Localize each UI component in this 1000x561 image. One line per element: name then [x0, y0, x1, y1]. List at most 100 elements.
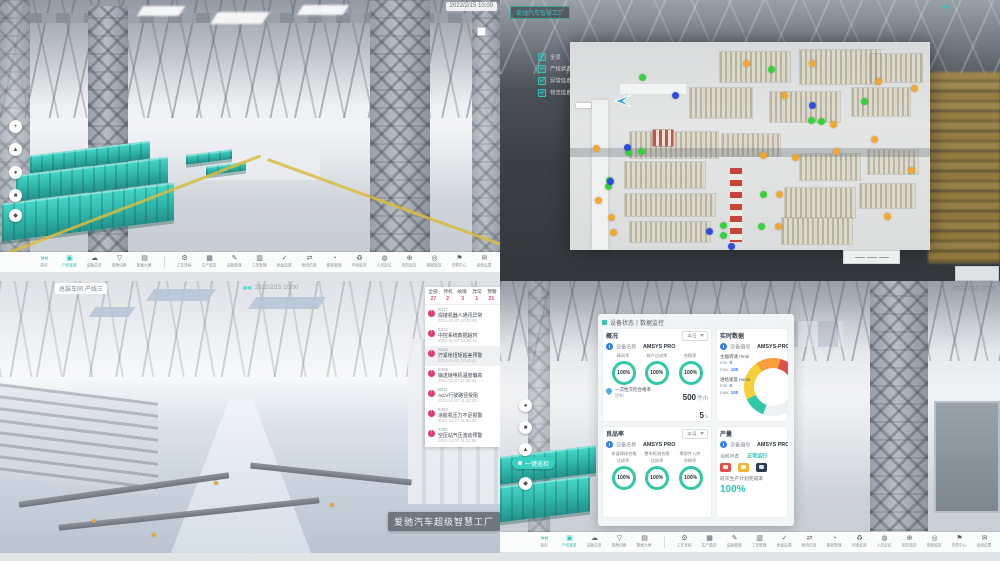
- map-status-marker[interactable]: [593, 145, 600, 152]
- map-status-marker[interactable]: [768, 66, 775, 73]
- scene-marker-button[interactable]: ■: [9, 189, 22, 202]
- toolbar-logistics[interactable]: ⇄ 物流仿真: [297, 255, 322, 269]
- map-status-marker[interactable]: [743, 60, 750, 67]
- scene-marker-button[interactable]: ◆: [9, 209, 22, 222]
- map-status-marker[interactable]: [911, 85, 918, 92]
- toolbar-environment[interactable]: ♻ 环境监测: [847, 535, 872, 549]
- toolbar-production[interactable]: ▦ 生产监控: [197, 255, 222, 269]
- map-status-marker[interactable]: [672, 92, 679, 99]
- toolbar-video[interactable]: ◎ 视频监控: [422, 255, 447, 269]
- fullscreen-button[interactable]: [477, 27, 486, 36]
- viewport-line-roam[interactable]: 2022/2/15 10:00 +▲●■◆ »« 首页 ▣ 产线漫游 ☁ 设备总…: [0, 0, 500, 281]
- toolbar-security[interactable]: ⊕ 安防监控: [397, 255, 422, 269]
- map-status-marker[interactable]: [607, 178, 614, 185]
- layer-checkbox-row[interactable]: 异常信息: [538, 76, 574, 85]
- map-status-marker[interactable]: [728, 243, 735, 250]
- scene-marker-button[interactable]: ▲: [9, 143, 22, 156]
- patrol-button[interactable]: 一键巡检: [512, 457, 555, 469]
- map-status-marker[interactable]: [809, 102, 816, 109]
- scene-marker-button[interactable]: ●: [519, 399, 532, 412]
- alarm-tab[interactable]: 故障 3: [455, 289, 470, 302]
- toolbar-quality[interactable]: ✓ 质量追溯: [772, 535, 797, 549]
- alarm-row[interactable]: ! E302 涂胶机压力不足报警 2021-11-07 11:30:08: [425, 406, 500, 426]
- scene-marker-button[interactable]: ◆: [519, 477, 532, 490]
- map-status-marker[interactable]: [720, 232, 727, 239]
- scene-marker-button[interactable]: ■: [519, 421, 532, 434]
- toolbar-roam[interactable]: ▣ 产线漫游: [557, 535, 582, 549]
- alarm-tab[interactable]: 异常 1: [470, 289, 485, 302]
- layer-checkbox-row[interactable]: 物流信息: [538, 88, 574, 97]
- alarm-row[interactable]: ! E317 焊接机器人通讯异常 2021-11-07 12:34:05: [425, 306, 500, 326]
- alarm-tab[interactable]: 全部 27: [426, 289, 441, 302]
- status-chip[interactable]: [720, 463, 731, 472]
- alarm-row[interactable]: ! T009 空压站气压波动预警 2021-11-07 11:12:55: [425, 426, 500, 446]
- scene-marker-button[interactable]: ●: [9, 166, 22, 179]
- toolbar-bigscreen[interactable]: ▤ 数据大屏: [632, 535, 657, 549]
- toolbar-home[interactable]: »« 首页: [532, 535, 557, 549]
- toolbar-home[interactable]: »« 首页: [32, 255, 57, 269]
- status-chip[interactable]: [738, 463, 749, 472]
- floorplan-map[interactable]: [570, 42, 930, 250]
- layer-checkbox-row[interactable]: 全景: [538, 52, 574, 61]
- layer-checkbox-row[interactable]: 产线状态: [538, 64, 574, 73]
- map-status-marker[interactable]: [908, 167, 915, 174]
- map-status-marker[interactable]: [760, 152, 767, 159]
- toolbar-overview[interactable]: ☁ 设备总览: [582, 535, 607, 549]
- toolbar-quality[interactable]: ✓ 质量追溯: [272, 255, 297, 269]
- range-dropdown[interactable]: 本月: [682, 429, 708, 439]
- viewport-workshop[interactable]: 总装车间·产线三 »« 2022/2/15 10:00 全部 27 停机 2 故…: [0, 281, 500, 561]
- toolbar-equipment[interactable]: ✎ 设备管理: [222, 255, 247, 269]
- toolbar-production[interactable]: ▦ 生产监控: [697, 535, 722, 549]
- range-dropdown[interactable]: 本日: [682, 331, 708, 341]
- map-status-marker[interactable]: [861, 98, 868, 105]
- toolbar-logistics[interactable]: ⇄ 物流仿真: [797, 535, 822, 549]
- map-status-marker[interactable]: [639, 74, 646, 81]
- toolbar-personnel[interactable]: ◍ 人员定位: [872, 535, 897, 549]
- alarm-row[interactable]: ! B011 AGV行驶路径受阻 2021-11-07 11:42:20: [425, 386, 500, 406]
- map-status-marker[interactable]: [624, 144, 631, 151]
- minimap[interactable]: [955, 266, 999, 281]
- map-status-marker[interactable]: [809, 60, 816, 67]
- toolbar-workorder[interactable]: ▥ 工单管理: [747, 535, 772, 549]
- toolbar-energy[interactable]: ◔ 能耗管理: [322, 255, 347, 269]
- map-status-marker[interactable]: [720, 222, 727, 229]
- map-status-marker[interactable]: [706, 228, 713, 235]
- toolbar-viewpoint[interactable]: ▽ 视角切换: [607, 535, 632, 549]
- viewport-dashboard[interactable]: 2022/2/15 10:00 ●■▲◆ 一键巡检 设备状态丨数据监控 概况 本…: [500, 281, 1000, 561]
- toolbar-security[interactable]: ⊕ 安防监控: [897, 535, 922, 549]
- map-status-marker[interactable]: [792, 154, 799, 161]
- toolbar-roam[interactable]: ▣ 产线漫游: [57, 255, 82, 269]
- alarm-tab[interactable]: 预警 21: [484, 289, 499, 302]
- status-chip[interactable]: [756, 463, 767, 472]
- map-status-marker[interactable]: [808, 117, 815, 124]
- toolbar-overview[interactable]: ☁ 设备总览: [82, 255, 107, 269]
- map-status-marker[interactable]: [871, 136, 878, 143]
- toolbar-energy[interactable]: ◔ 能耗管理: [822, 535, 847, 549]
- map-status-marker[interactable]: [781, 92, 788, 99]
- map-status-marker[interactable]: [760, 191, 767, 198]
- alarm-row[interactable]: ! E312 中控系统数据超时 2021-11-07 12:28:16: [425, 326, 500, 346]
- toolbar-personnel[interactable]: ◍ 人员定位: [372, 255, 397, 269]
- map-status-marker[interactable]: [818, 118, 825, 125]
- map-status-marker[interactable]: [830, 121, 837, 128]
- map-status-marker[interactable]: [776, 191, 783, 198]
- toolbar-alert[interactable]: ⚑ 告警中心: [947, 535, 972, 549]
- toolbar-settings[interactable]: ✉ 系统设置: [972, 535, 997, 549]
- scene-marker-button[interactable]: +: [9, 120, 22, 133]
- toolbar-viewpoint[interactable]: ▽ 视角切换: [107, 255, 132, 269]
- toolbar-alert[interactable]: ⚑ 告警中心: [447, 255, 472, 269]
- map-status-marker[interactable]: [610, 229, 617, 236]
- map-status-marker[interactable]: [758, 223, 765, 230]
- map-status-marker[interactable]: [875, 78, 882, 85]
- toolbar-workorder[interactable]: ▥ 工单管理: [247, 255, 272, 269]
- toolbar-environment[interactable]: ♻ 环境监测: [347, 255, 372, 269]
- alarm-tab[interactable]: 停机 2: [441, 289, 456, 302]
- toolbar-settings[interactable]: ✉ 系统设置: [472, 255, 497, 269]
- map-status-marker[interactable]: [775, 223, 782, 230]
- map-status-marker[interactable]: [638, 148, 645, 155]
- map-status-marker[interactable]: [595, 197, 602, 204]
- toolbar-video[interactable]: ◎ 视频监控: [922, 535, 947, 549]
- map-status-marker[interactable]: [884, 213, 891, 220]
- map-status-marker[interactable]: [833, 148, 840, 155]
- alarm-row[interactable]: ! E308 输送链电机温度偏高 2021-11-07 11:58:33: [425, 366, 500, 386]
